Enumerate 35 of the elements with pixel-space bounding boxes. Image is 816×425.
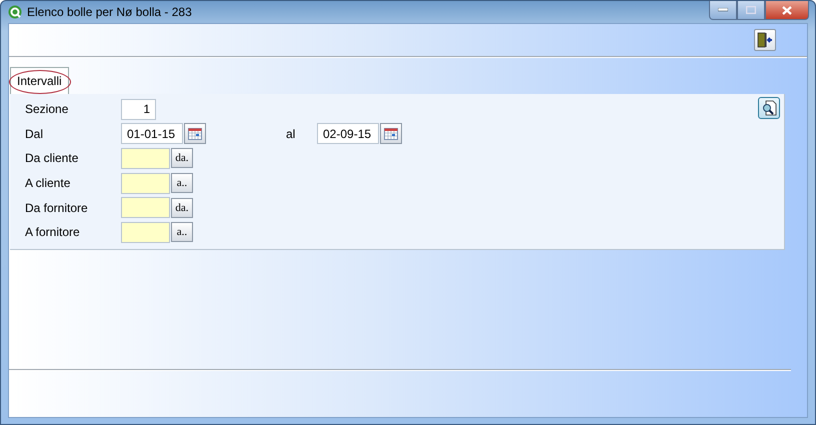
field-label: A fornitore [25, 225, 81, 240]
window-title: Elenco bolle per Nø bolla - 283 [27, 5, 192, 19]
field-label: Da cliente [25, 151, 80, 166]
calendar-button[interactable] [380, 123, 402, 144]
field-label: Dal [25, 126, 44, 141]
lookup-button[interactable]: a.. [171, 222, 193, 242]
calendar-icon [188, 128, 202, 140]
field-label: al [286, 126, 296, 141]
minimize-button[interactable] [709, 1, 737, 20]
number-field[interactable]: 1 [121, 98, 156, 120]
input-field[interactable] [121, 172, 170, 194]
lookup-button[interactable]: da. [171, 198, 193, 218]
tab[interactable]: Intervalli [10, 67, 69, 94]
exit-button[interactable] [754, 29, 776, 51]
field-label: A cliente [25, 176, 72, 190]
input-field[interactable] [121, 222, 170, 243]
magnifier-page-icon [761, 100, 777, 116]
lookup-button[interactable]: a.. [171, 173, 193, 194]
input-field[interactable] [121, 197, 170, 218]
minimize-icon [718, 8, 728, 12]
field-label: Da fornitore [25, 200, 89, 215]
maximize-button[interactable] [737, 1, 765, 20]
date-field[interactable]: 01-01-15 [121, 123, 183, 144]
close-button[interactable] [765, 1, 809, 20]
lookup-button[interactable]: da. [171, 148, 193, 168]
maximize-icon [746, 6, 756, 14]
app-icon [8, 5, 22, 19]
door-icon [757, 32, 773, 48]
date-field[interactable]: 02-09-15 [317, 123, 379, 144]
field-label: Sezione [25, 102, 70, 116]
input-field[interactable] [121, 148, 170, 169]
calendar-icon [384, 128, 398, 140]
calendar-button[interactable] [184, 123, 206, 144]
close-icon [782, 6, 792, 14]
preview-button[interactable] [758, 97, 780, 119]
